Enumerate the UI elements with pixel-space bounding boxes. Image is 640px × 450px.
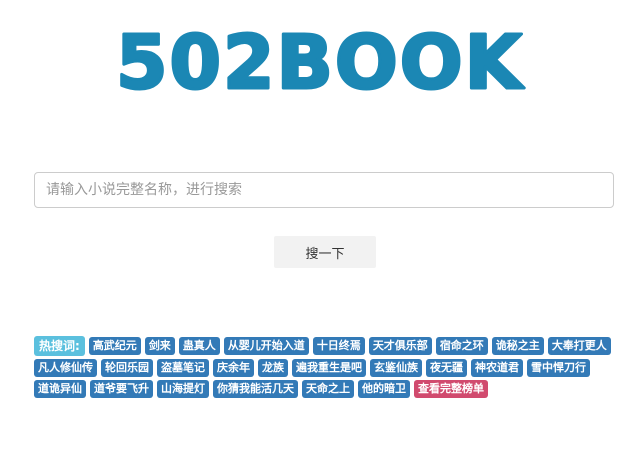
hot-search-tag[interactable]: 夜无疆 bbox=[426, 359, 467, 377]
logo-graphic: 502BOOK bbox=[114, 22, 525, 102]
hot-search-tag[interactable]: 高武纪元 bbox=[88, 337, 141, 355]
site-logo[interactable]: 502BOOK bbox=[0, 22, 640, 102]
view-full-ranking-button[interactable]: 查看完整榜单 bbox=[414, 380, 488, 398]
hot-search-tag[interactable]: 大奉打更人 bbox=[547, 337, 611, 355]
hot-search-tag[interactable]: 道诡异仙 bbox=[34, 380, 86, 398]
hot-search-tag[interactable]: 剑来 bbox=[144, 337, 175, 355]
hot-search-tag[interactable]: 天命之上 bbox=[302, 380, 354, 398]
hot-search-tag[interactable]: 宿命之环 bbox=[435, 337, 488, 355]
hot-search-tag[interactable]: 蛊真人 bbox=[178, 337, 220, 355]
hot-search-tag[interactable]: 凡人修仙传 bbox=[34, 359, 97, 377]
hot-search-tag[interactable]: 神农道君 bbox=[471, 359, 523, 377]
hot-search-tag[interactable]: 十日终焉 bbox=[312, 337, 365, 355]
hot-search-tag[interactable]: 山海提灯 bbox=[157, 380, 209, 398]
hot-search-tag[interactable]: 雪中悍刀行 bbox=[527, 359, 590, 377]
hot-search-tag[interactable]: 庆余年 bbox=[213, 359, 254, 377]
hot-search-tag[interactable]: 他的暗卫 bbox=[358, 380, 410, 398]
page: 502BOOK 搜一下 热搜词: 高武纪元剑来蛊真人从婴儿开始入道十日终焉天才俱… bbox=[0, 0, 640, 450]
hot-search-tag[interactable]: 玄鉴仙族 bbox=[370, 359, 422, 377]
hot-search-tag[interactable]: 从婴儿开始入道 bbox=[223, 337, 309, 355]
hot-search-label: 热搜词: bbox=[34, 336, 85, 356]
hot-search-tag[interactable]: 盗墓笔记 bbox=[157, 359, 209, 377]
hot-search-tag[interactable]: 天才俱乐部 bbox=[368, 337, 432, 355]
hot-search-tag[interactable]: 轮回乐园 bbox=[101, 359, 153, 377]
search-button[interactable]: 搜一下 bbox=[274, 236, 376, 268]
hot-search-tag[interactable]: 遍我重生是吧 bbox=[292, 359, 366, 377]
hot-search-tag[interactable]: 龙族 bbox=[258, 359, 288, 377]
search-input[interactable] bbox=[34, 172, 614, 208]
hot-search-list: 热搜词: 高武纪元 剑来 蛊真人 从婴儿开始入道 十日终焉 天才俱乐部 宿命之环 诡秘之主 大奉… bbox=[34, 336, 614, 398]
hot-search-tag[interactable]: 诡秘之主 bbox=[491, 337, 544, 355]
logo-text: 502BOOK bbox=[116, 22, 525, 102]
hot-search-tag[interactable]: 道爷要飞升 bbox=[90, 380, 153, 398]
hot-search-tag[interactable]: 你猜我能活几天 bbox=[213, 380, 298, 398]
